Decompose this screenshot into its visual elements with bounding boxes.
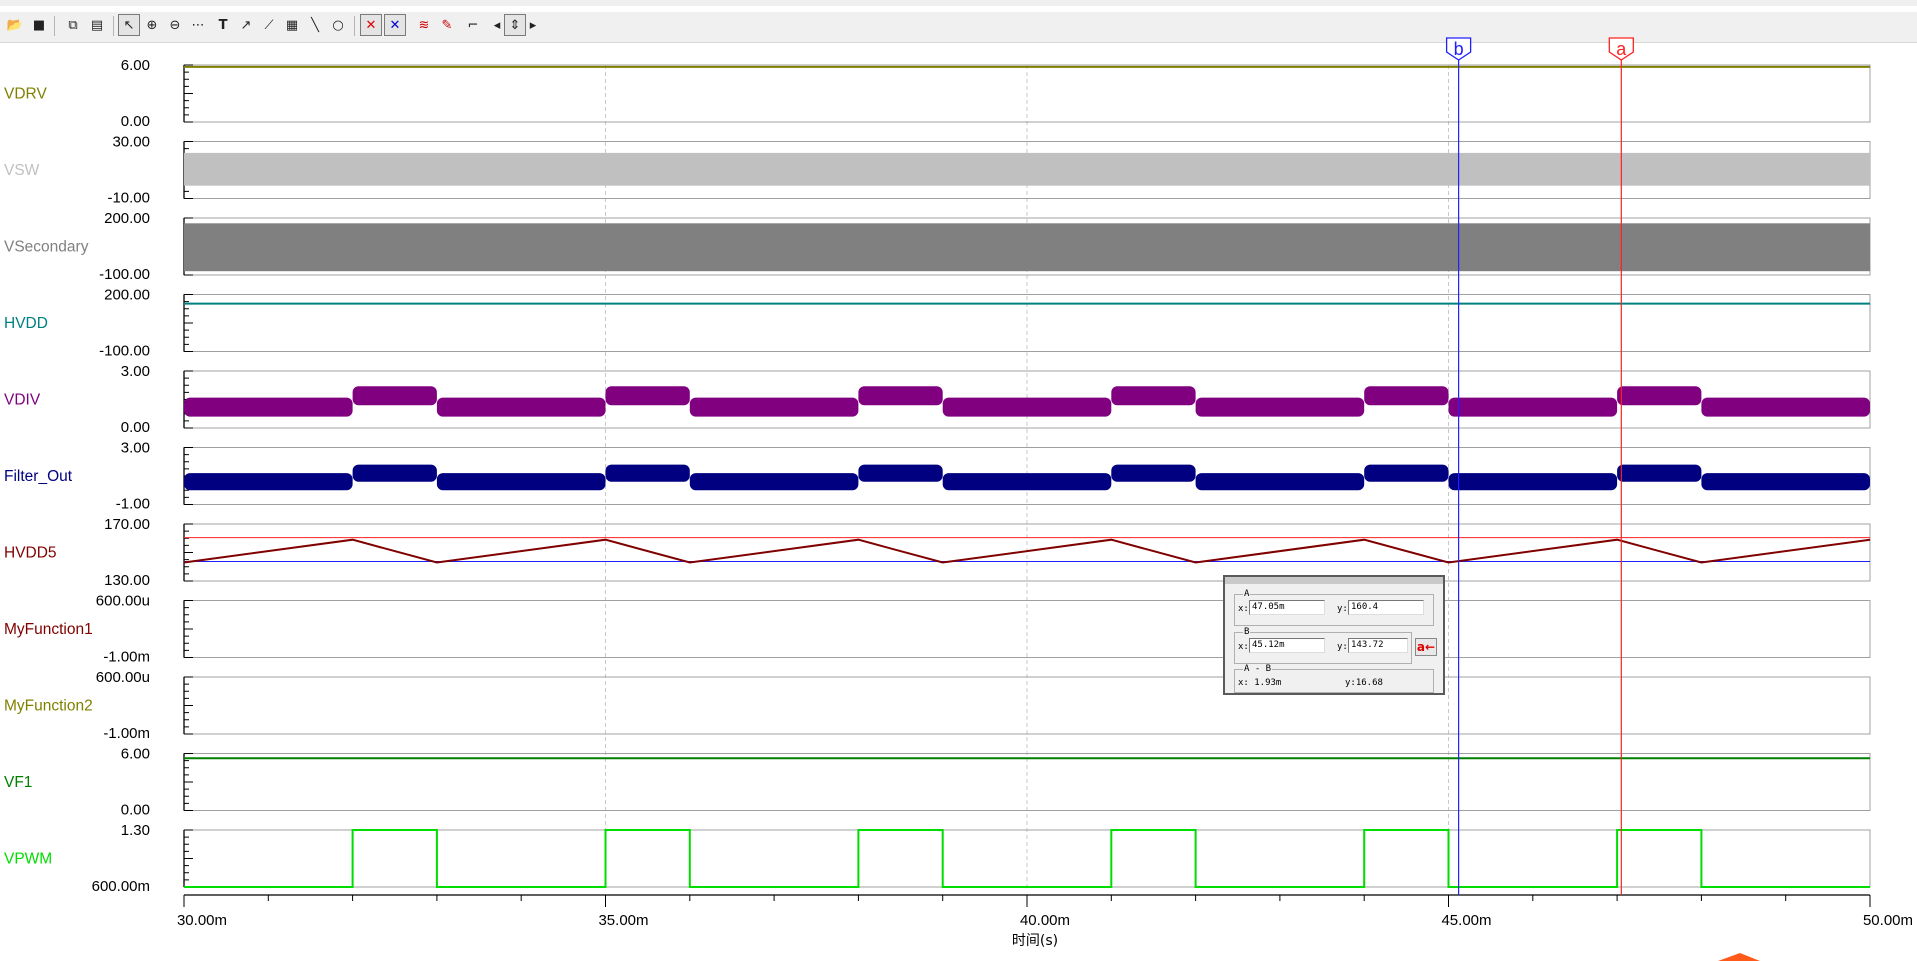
cursor-b-y-label: y: bbox=[1337, 642, 1348, 652]
waveform-plot[interactable]: 6.00 0.00 VDRV 30.00 -10.00 VSW 200.00 -100.00 V… bbox=[0, 0, 1917, 961]
signal-label-vpwm: VPWM bbox=[4, 851, 52, 868]
cursor-a-x-field[interactable]: 47.05m bbox=[1249, 600, 1325, 615]
trace-vdiv bbox=[436, 397, 606, 417]
y-tick-label: 170.00 bbox=[104, 516, 150, 533]
y-tick-label: -1.00m bbox=[103, 725, 150, 742]
trace-vdiv bbox=[858, 386, 943, 406]
trace-vdiv bbox=[942, 397, 1112, 417]
x-tick-label: 30.00m bbox=[177, 912, 227, 929]
trace-filter_out bbox=[1701, 473, 1870, 491]
cursor-a-y-field[interactable]: 160.4 bbox=[1348, 600, 1424, 615]
cursor-a-label[interactable]: a bbox=[1616, 39, 1627, 59]
x-tick-label: 50.00m bbox=[1863, 912, 1913, 929]
trace-filter_out bbox=[1448, 473, 1618, 491]
cursor-b-group: B x: 45.12m y: 143.72 bbox=[1234, 627, 1412, 664]
y-tick-label: 6.00 bbox=[121, 746, 150, 763]
signal-label-myfunction2: MyFunction2 bbox=[4, 698, 93, 715]
signal-label-hvdd: HVDD bbox=[4, 315, 48, 332]
trace-vdiv bbox=[352, 386, 437, 406]
cursor-b-x-field[interactable]: 45.12m bbox=[1249, 638, 1325, 653]
signal-label-vf1: VF1 bbox=[4, 774, 32, 791]
trace-vdiv bbox=[1364, 386, 1449, 406]
trace-vdiv bbox=[1701, 397, 1870, 417]
trace-filter_out bbox=[1364, 464, 1449, 482]
y-tick-label: 3.00 bbox=[121, 363, 150, 380]
trace-filter_out bbox=[1617, 464, 1702, 482]
y-tick-label: -10.00 bbox=[107, 190, 150, 207]
trace-filter_out bbox=[352, 464, 437, 482]
difference-group-label: A - B bbox=[1243, 664, 1273, 674]
signal-label-vsw: VSW bbox=[4, 162, 40, 179]
cursor-b-y-field[interactable]: 143.72 bbox=[1348, 638, 1408, 653]
y-tick-label: 600.00m bbox=[92, 878, 150, 895]
y-tick-label: 0.00 bbox=[121, 802, 150, 819]
y-tick-label: 600.00u bbox=[96, 669, 150, 686]
arrow-fragment-icon bbox=[1718, 953, 1760, 961]
y-tick-label: -1.00m bbox=[103, 649, 150, 666]
y-tick-label: 200.00 bbox=[104, 210, 150, 227]
trace-filter_out bbox=[689, 473, 859, 491]
cursor-a-group-label: A bbox=[1243, 589, 1251, 599]
difference-group: A - B x: 1.93m y:16.68 bbox=[1234, 664, 1434, 693]
y-tick-label: 6.00 bbox=[121, 57, 150, 74]
signal-label-myfunction1: MyFunction1 bbox=[4, 621, 93, 638]
difference-y-value: y:16.68 bbox=[1345, 678, 1383, 688]
trace-vdiv bbox=[689, 397, 859, 417]
swap-cursor-button[interactable]: a← bbox=[1415, 638, 1437, 656]
trace-filter_out bbox=[436, 473, 606, 491]
signal-label-hvdd5: HVDD5 bbox=[4, 545, 57, 562]
trace-vsw bbox=[184, 152, 1870, 186]
trace-vsecondary bbox=[184, 223, 1870, 272]
trace-vdiv bbox=[184, 397, 353, 417]
trace-vdiv bbox=[1448, 397, 1618, 417]
cursor-b-group-label: B bbox=[1243, 627, 1251, 637]
trace-filter_out bbox=[858, 464, 943, 482]
trace-filter_out bbox=[184, 473, 353, 491]
y-tick-label: 30.00 bbox=[112, 134, 150, 151]
y-tick-label: 130.00 bbox=[104, 572, 150, 589]
y-tick-label: 3.00 bbox=[121, 440, 150, 457]
trace-vdiv bbox=[1111, 386, 1196, 406]
trace-vdiv bbox=[1617, 386, 1702, 406]
trace-filter_out bbox=[1195, 473, 1365, 491]
difference-x-value: x: 1.93m bbox=[1238, 678, 1282, 688]
trace-vdiv bbox=[605, 386, 690, 406]
y-tick-label: -100.00 bbox=[99, 343, 150, 360]
y-tick-label: 200.00 bbox=[104, 287, 150, 304]
cursor-b-label[interactable]: b bbox=[1454, 39, 1464, 59]
y-tick-label: -100.00 bbox=[99, 266, 150, 283]
x-tick-label: 35.00m bbox=[598, 912, 648, 929]
x-axis-title: 时间(s) bbox=[1012, 933, 1058, 949]
signal-label-vdiv: VDIV bbox=[4, 392, 41, 409]
cursor-a-x-label: x: bbox=[1238, 604, 1249, 614]
y-tick-label: 0.00 bbox=[121, 419, 150, 436]
y-tick-label: 0.00 bbox=[121, 113, 150, 130]
y-tick-label: 600.00u bbox=[96, 593, 150, 610]
x-tick-label: 40.00m bbox=[1020, 912, 1070, 929]
signal-label-filter_out: Filter_Out bbox=[4, 468, 73, 485]
trace-filter_out bbox=[605, 464, 690, 482]
signal-label-vsecondary: VSecondary bbox=[4, 239, 89, 256]
trace-filter_out bbox=[942, 473, 1112, 491]
y-tick-label: 1.30 bbox=[121, 822, 150, 839]
panel-title-bar bbox=[1225, 577, 1443, 584]
trace-filter_out bbox=[1111, 464, 1196, 482]
signal-label-vdrv: VDRV bbox=[4, 86, 47, 103]
cursor-a-y-label: y: bbox=[1337, 604, 1348, 614]
cursor-a-group: A x: 47.05m y: 160.4 bbox=[1234, 589, 1434, 626]
cursor-readout-panel: A x: 47.05m y: 160.4 B x: 45.12m y: 143.… bbox=[1223, 575, 1445, 695]
y-tick-label: -1.00 bbox=[116, 496, 150, 513]
x-tick-label: 45.00m bbox=[1441, 912, 1491, 929]
trace-vdiv bbox=[1195, 397, 1365, 417]
cursor-b-x-label: x: bbox=[1238, 642, 1249, 652]
